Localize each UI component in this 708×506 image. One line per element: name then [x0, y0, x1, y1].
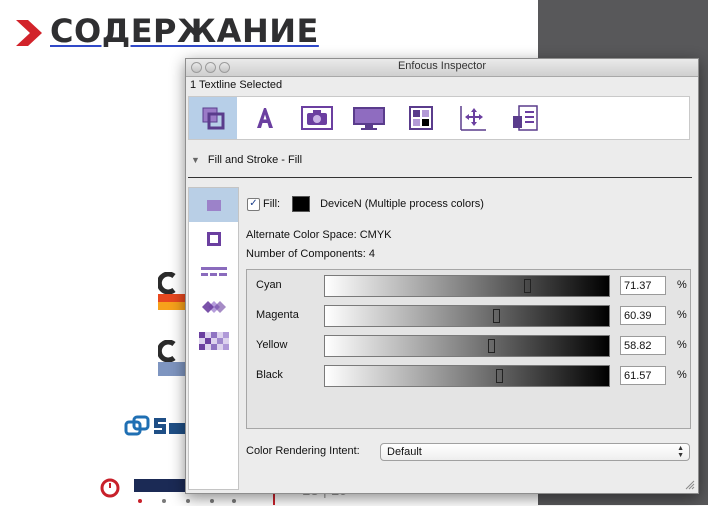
overprint-icon — [201, 301, 226, 313]
dash-icon — [200, 267, 227, 276]
component-unit: % — [677, 369, 687, 381]
component-value-field[interactable]: 58.82 — [620, 336, 666, 355]
component-slider[interactable] — [324, 365, 610, 387]
inspector-toolbar — [188, 96, 690, 140]
component-row-black: Black 61.57 % — [247, 365, 690, 387]
monitor-icon — [353, 107, 385, 130]
tab-monitor[interactable] — [345, 97, 393, 139]
slider-thumb[interactable] — [495, 369, 503, 383]
inspector-window: Enfocus Inspector 1 Textline Selected ▼ … — [185, 58, 699, 494]
chevron-right-icon — [16, 20, 42, 46]
selection-info: 1 Textline Selected — [190, 79, 283, 91]
component-slider[interactable] — [324, 335, 610, 357]
fill-color-swatch[interactable] — [292, 196, 311, 212]
slider-thumb[interactable] — [488, 339, 496, 353]
fill-color-name: DeviceN (Multiple process colors) — [320, 198, 484, 210]
number-of-components: Number of Components: 4 — [246, 248, 376, 260]
title-bar[interactable]: Enfocus Inspector — [186, 59, 698, 77]
subtab-overprint[interactable] — [189, 290, 238, 324]
text-icon — [257, 108, 273, 128]
tab-image[interactable] — [293, 97, 341, 139]
component-row-yellow: Yellow 58.82 % — [247, 335, 690, 357]
color-rendering-intent-value: Default — [387, 446, 422, 458]
fill-row: ✓ Fill: DeviceN (Multiple process colors… — [247, 195, 484, 213]
component-slider[interactable] — [324, 305, 610, 327]
component-name: Black — [256, 369, 283, 381]
component-name: Yellow — [256, 339, 288, 351]
color-rendering-intent-select[interactable]: Default ▲ ▼ — [380, 443, 690, 461]
position-icon — [460, 106, 486, 131]
stroke-icon — [206, 232, 221, 246]
disclosure-triangle-icon[interactable]: ▼ — [191, 155, 200, 165]
component-name: Cyan — [256, 279, 282, 291]
alternate-color-space: Alternate Color Space: CMYK — [246, 229, 392, 241]
section-header[interactable]: ▼ Fill and Stroke - Fill — [191, 154, 302, 166]
document-list-icon — [513, 105, 538, 131]
grid-icon — [409, 106, 433, 130]
resize-grip-icon[interactable] — [685, 480, 695, 490]
transparency-icon — [198, 332, 229, 350]
component-slider[interactable] — [324, 275, 610, 297]
tab-grid[interactable] — [397, 97, 445, 139]
tab-fill-stroke[interactable] — [189, 97, 237, 139]
components-panel: Cyan 71.37 % Magenta 60.39 % Yellow 58.8… — [246, 269, 691, 429]
component-row-cyan: Cyan 71.37 % — [247, 275, 690, 297]
logo-smart-cloud — [124, 415, 189, 436]
tab-document[interactable] — [501, 97, 549, 139]
subtab-dash[interactable] — [189, 256, 238, 290]
component-value-field[interactable]: 61.57 — [620, 366, 666, 385]
component-value-field[interactable]: 60.39 — [620, 306, 666, 325]
select-arrows-icon: ▲ ▼ — [677, 445, 684, 459]
tab-text[interactable] — [241, 97, 289, 139]
section-title: Fill and Stroke - Fill — [207, 154, 303, 166]
logo-cu-audio — [158, 340, 188, 376]
fill-stroke-subtabs — [188, 187, 239, 490]
subtab-transparency[interactable] — [189, 324, 238, 358]
slide-title: СОДЕРЖАНИЕ — [50, 12, 319, 50]
component-value-field[interactable]: 71.37 — [620, 276, 666, 295]
window-title: Enfocus Inspector — [397, 60, 487, 72]
component-unit: % — [677, 279, 687, 291]
subtab-fill[interactable] — [189, 188, 238, 222]
component-row-magenta: Magenta 60.39 % — [247, 305, 690, 327]
fill-icon — [206, 200, 221, 211]
fill-stroke-icon — [202, 107, 225, 130]
color-rendering-intent-label: Color Rendering Intent: — [246, 445, 360, 457]
logo-cu-pictures — [158, 272, 188, 310]
fill-checkbox[interactable]: ✓ — [247, 197, 260, 211]
slider-thumb[interactable] — [523, 279, 531, 293]
fill-label: Fill: — [263, 198, 281, 210]
component-unit: % — [677, 309, 687, 321]
component-unit: % — [677, 339, 687, 351]
tab-position[interactable] — [449, 97, 497, 139]
subtab-stroke[interactable] — [189, 222, 238, 256]
component-name: Magenta — [256, 309, 299, 321]
slider-thumb[interactable] — [492, 309, 500, 323]
section-divider — [188, 177, 692, 178]
image-icon — [301, 106, 333, 130]
